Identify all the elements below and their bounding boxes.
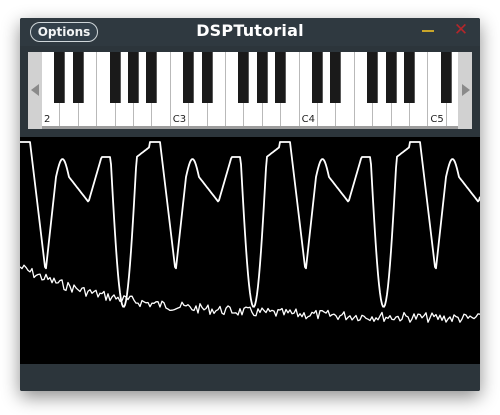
- black-key[interactable]: [109, 52, 121, 103]
- black-key[interactable]: [54, 52, 66, 103]
- black-key[interactable]: [183, 52, 195, 103]
- triangle-right-icon: [462, 84, 470, 96]
- black-key[interactable]: [72, 52, 84, 103]
- key-label: C3: [172, 114, 187, 125]
- keyboard-scroll-right-button[interactable]: [458, 52, 472, 129]
- key-label: 2: [44, 114, 51, 125]
- black-key[interactable]: [128, 52, 139, 103]
- black-key[interactable]: [146, 52, 158, 103]
- oscilloscope-svg: [20, 141, 480, 323]
- title-bar: Options DSPTutorial ✕: [20, 18, 480, 46]
- black-key[interactable]: [312, 52, 323, 103]
- black-key[interactable]: [330, 52, 342, 103]
- keyboard-scroll-left-button[interactable]: [28, 52, 42, 129]
- black-key[interactable]: [367, 52, 379, 103]
- black-key[interactable]: [404, 52, 415, 103]
- black-key[interactable]: [201, 52, 213, 103]
- key-label: C5: [430, 114, 444, 125]
- oscilloscope-display: [20, 137, 480, 364]
- black-key[interactable]: [385, 52, 397, 103]
- key-label: C4: [301, 114, 315, 125]
- black-key[interactable]: [256, 52, 268, 103]
- black-key[interactable]: [440, 52, 452, 103]
- keyboard-shadow: [42, 126, 458, 129]
- close-button[interactable]: ✕: [453, 22, 469, 39]
- triangle-left-icon: [31, 84, 39, 96]
- plugin-window: Options DSPTutorial ✕ 2 C3 C4 C5: [20, 18, 480, 391]
- options-button[interactable]: Options: [30, 22, 98, 42]
- black-key[interactable]: [275, 52, 287, 103]
- black-key[interactable]: [238, 52, 250, 103]
- midi-keyboard: 2 C3 C4 C5: [28, 52, 472, 129]
- waveform-trace: [20, 141, 480, 308]
- keyboard-keys: 2 C3 C4 C5: [42, 52, 458, 129]
- minimize-button[interactable]: [422, 30, 434, 32]
- bottom-bar: [20, 364, 480, 391]
